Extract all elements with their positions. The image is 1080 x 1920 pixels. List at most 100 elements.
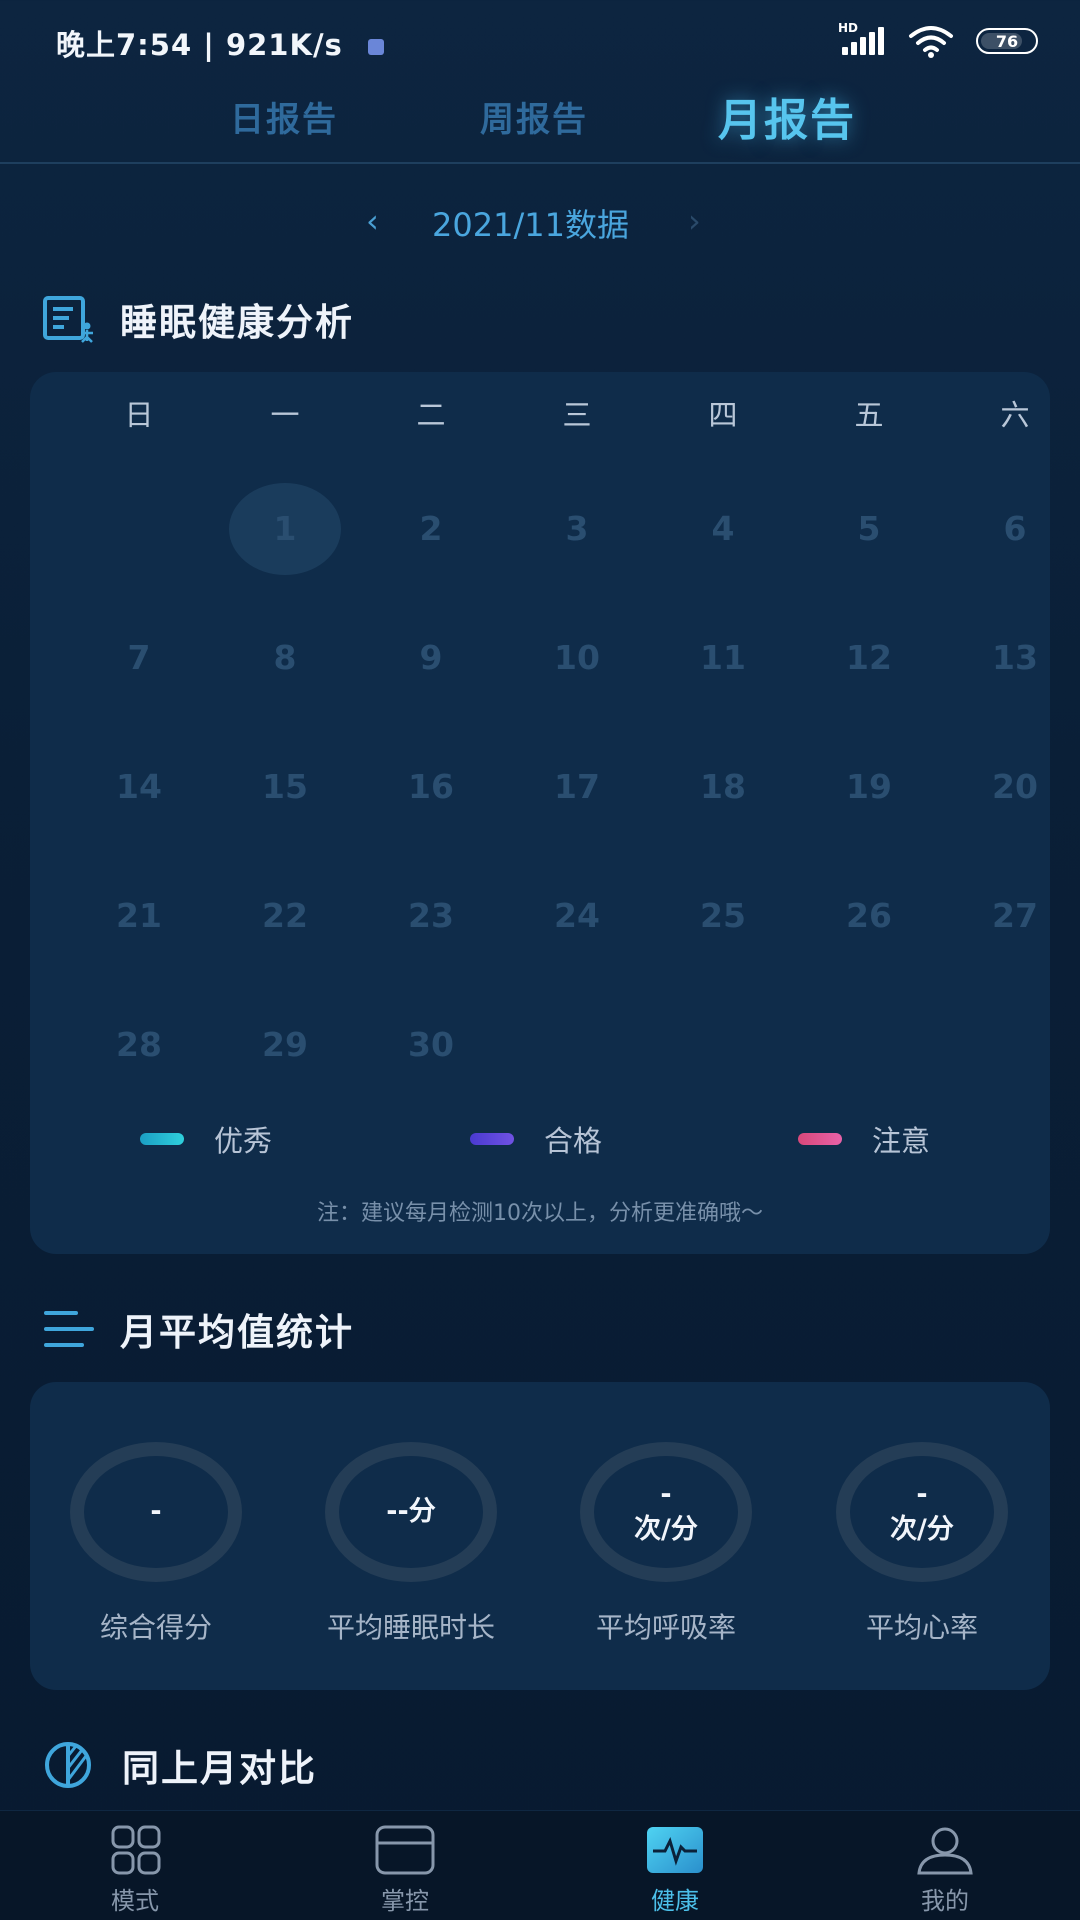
legend-qualified: 合格 bbox=[470, 1118, 602, 1160]
nav-health[interactable]: 健康 bbox=[540, 1811, 810, 1920]
cell-signal-icon: HD bbox=[838, 21, 886, 57]
calendar-day[interactable]: 10 bbox=[504, 593, 650, 722]
score-value: - bbox=[150, 1496, 162, 1528]
sleep-duration-label: 平均睡眠时长 bbox=[326, 1611, 495, 1644]
heart-rate-value: - bbox=[916, 1478, 928, 1510]
prev-month-button[interactable]: ‹ bbox=[366, 202, 379, 240]
section-title: 月平均值统计 bbox=[120, 1311, 354, 1354]
calendar-day-number: 27 bbox=[992, 896, 1038, 935]
calendar-day-number: 12 bbox=[846, 638, 892, 677]
calendar-day-number: 26 bbox=[846, 896, 892, 935]
calendar-day[interactable]: 18 bbox=[650, 722, 796, 851]
network-type-label: HD bbox=[838, 21, 859, 35]
legend-swatch bbox=[140, 1133, 184, 1145]
calendar-day[interactable]: 15 bbox=[212, 722, 358, 851]
calendar-day[interactable]: 23 bbox=[358, 851, 504, 980]
tab-daily[interactable]: 日报告 bbox=[230, 92, 338, 141]
calendar-day-number: 29 bbox=[262, 1025, 308, 1064]
sleep-duration-value: --分 bbox=[386, 1496, 436, 1528]
month-switcher: ‹ 2021/11数据 › bbox=[0, 198, 1080, 248]
calendar-day[interactable]: 25 bbox=[650, 851, 796, 980]
month-label: 2021/11数据 bbox=[432, 206, 629, 244]
monthly-average-header: 月平均值统计 bbox=[42, 1302, 354, 1356]
calendar-day-number: 7 bbox=[127, 638, 151, 677]
calendar-day-number: 14 bbox=[116, 767, 162, 806]
notification-icon bbox=[367, 39, 384, 55]
stats-card: - 综合得分 --分 平均睡眠时长 - 次/分 平均呼吸率 - 次/分 平均心率 bbox=[30, 1382, 1050, 1690]
calendar-day[interactable]: 6 bbox=[942, 464, 1080, 593]
weekday-header: 日一二三四五六 bbox=[30, 392, 1050, 442]
weekday-label: 日 bbox=[124, 398, 154, 432]
calendar-day[interactable]: 21 bbox=[66, 851, 212, 980]
calendar-day[interactable]: 27 bbox=[942, 851, 1080, 980]
calendar-day-number: 8 bbox=[273, 638, 297, 677]
battery-icon: 76 bbox=[976, 28, 1038, 54]
calendar-day[interactable]: 22 bbox=[212, 851, 358, 980]
calendar-day[interactable]: 8 bbox=[212, 593, 358, 722]
nav-label: 掌控 bbox=[381, 1887, 429, 1915]
breath-rate-value: - bbox=[660, 1478, 672, 1510]
calendar-day[interactable]: 1 bbox=[212, 464, 358, 593]
calendar-day-number: 15 bbox=[262, 767, 308, 806]
legend-swatch bbox=[470, 1133, 514, 1145]
calendar-day-number: 16 bbox=[408, 767, 454, 806]
calendar-day-number: 23 bbox=[408, 896, 454, 935]
heartbeat-icon bbox=[647, 1827, 703, 1873]
calendar-day-number: 24 bbox=[554, 896, 600, 935]
calendar-day[interactable]: 28 bbox=[66, 980, 212, 1109]
calendar-day-number: 9 bbox=[419, 638, 443, 677]
section-title: 同上月对比 bbox=[122, 1747, 317, 1790]
calendar-day-number: 17 bbox=[554, 767, 600, 806]
calendar-day[interactable]: 11 bbox=[650, 593, 796, 722]
score-label: 综合得分 bbox=[99, 1611, 212, 1644]
calendar-day[interactable]: 29 bbox=[212, 980, 358, 1109]
calendar-day[interactable]: 4 bbox=[650, 464, 796, 593]
calendar-day[interactable]: 12 bbox=[796, 593, 942, 722]
calendar-day-number: 21 bbox=[116, 896, 162, 935]
calendar-day[interactable]: 9 bbox=[358, 593, 504, 722]
calendar-day[interactable]: 26 bbox=[796, 851, 942, 980]
user-icon bbox=[917, 1827, 973, 1875]
calendar-day[interactable]: 7 bbox=[66, 593, 212, 722]
calendar-day-number: 3 bbox=[565, 509, 589, 548]
network-speed: 921K/s bbox=[225, 28, 343, 62]
grid-icon bbox=[111, 1825, 161, 1875]
tab-weekly[interactable]: 周报告 bbox=[480, 92, 588, 141]
calendar-day-number: 30 bbox=[408, 1025, 454, 1064]
calendar-day[interactable]: 3 bbox=[504, 464, 650, 593]
calendar-day[interactable]: 13 bbox=[942, 593, 1080, 722]
calendar-day-number: 5 bbox=[857, 509, 881, 548]
status-right: HD 76 bbox=[838, 21, 1038, 58]
calendar-day[interactable]: 14 bbox=[66, 722, 212, 851]
battery-level: 76 bbox=[995, 31, 1019, 51]
score-ring: - bbox=[70, 1442, 242, 1582]
calendar-day-number: 2 bbox=[419, 509, 443, 548]
legend-attention: 注意 bbox=[798, 1118, 930, 1160]
next-month-button[interactable]: › bbox=[688, 202, 701, 240]
calendar-day[interactable]: 30 bbox=[358, 980, 504, 1109]
calendar-day[interactable]: 17 bbox=[504, 722, 650, 851]
calendar-day-number: 4 bbox=[711, 509, 735, 548]
breath-rate-label: 平均呼吸率 bbox=[595, 1611, 736, 1644]
calendar-day[interactable]: 19 bbox=[796, 722, 942, 851]
list-lines-icon bbox=[44, 1311, 94, 1347]
nav-mode[interactable]: 模式 bbox=[0, 1811, 270, 1920]
section-title: 睡眠健康分析 bbox=[120, 301, 354, 344]
calendar-day[interactable]: 20 bbox=[942, 722, 1080, 851]
nav-label: 健康 bbox=[651, 1887, 699, 1915]
nav-label: 我的 bbox=[921, 1887, 969, 1915]
calendar-day[interactable]: 2 bbox=[358, 464, 504, 593]
sleep-analysis-header: 睡眠健康分析 bbox=[42, 292, 354, 346]
nav-mine[interactable]: 我的 bbox=[810, 1811, 1080, 1920]
tab-monthly[interactable]: 月报告 bbox=[718, 84, 856, 148]
calendar-day[interactable]: 5 bbox=[796, 464, 942, 593]
sleep-duration-ring: --分 bbox=[325, 1442, 497, 1582]
pie-chart-icon bbox=[45, 1742, 91, 1788]
nav-control[interactable]: 掌控 bbox=[270, 1811, 540, 1920]
weekday-label: 三 bbox=[562, 398, 592, 432]
calendar-day[interactable]: 16 bbox=[358, 722, 504, 851]
heart-rate-ring: - 次/分 bbox=[836, 1442, 1008, 1582]
status-time: 晚上7:54 bbox=[56, 28, 193, 62]
panel-icon bbox=[375, 1825, 435, 1875]
calendar-day[interactable]: 24 bbox=[504, 851, 650, 980]
